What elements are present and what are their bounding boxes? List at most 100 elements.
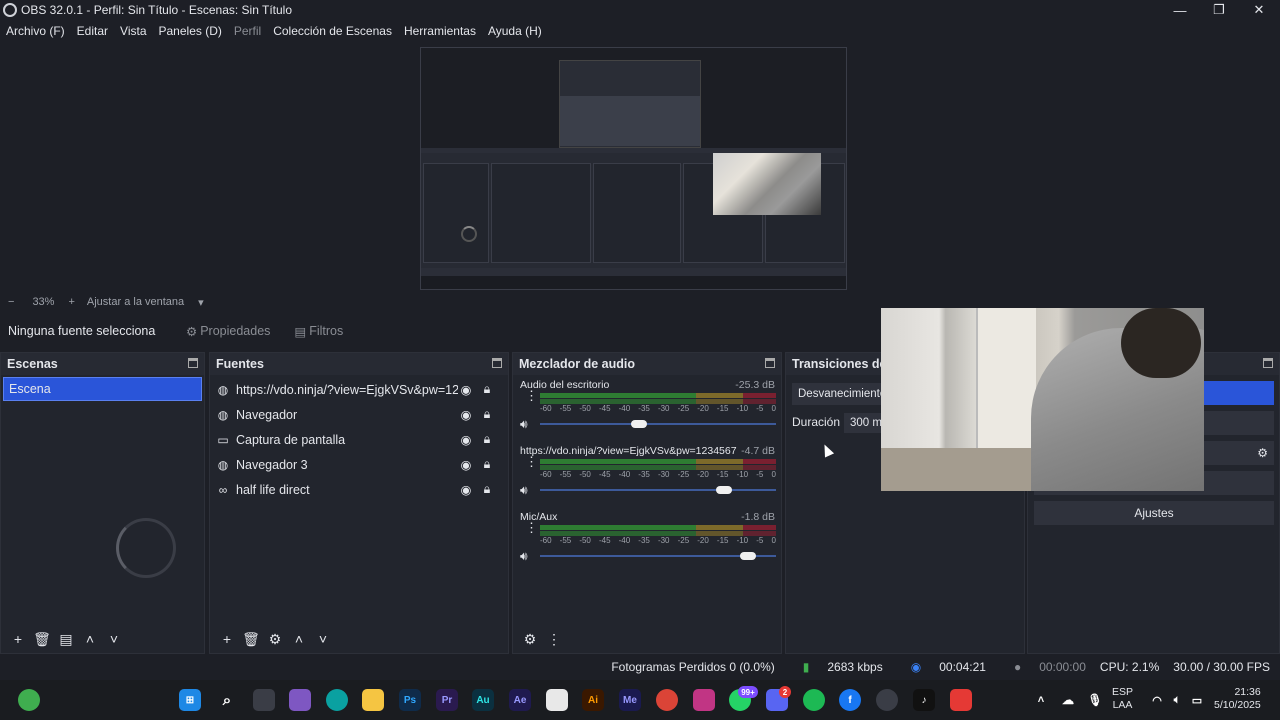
speaker-icon[interactable]: 🔊︎ — [520, 417, 528, 432]
source-properties-button[interactable]: ⚙ — [264, 628, 286, 650]
eye-icon[interactable]: ◉ — [459, 433, 473, 447]
source-item[interactable]: ▭ Captura de pantalla ◉ 🔒︎ — [210, 427, 508, 452]
speaker-icon[interactable]: 🔊︎ — [520, 549, 528, 564]
undock-icon[interactable] — [765, 358, 775, 368]
widgets-icon[interactable] — [18, 689, 40, 711]
task-view-icon[interactable] — [253, 689, 275, 711]
eye-icon[interactable]: ◉ — [459, 458, 473, 472]
instagram-icon[interactable] — [693, 689, 715, 711]
tiktok-icon[interactable]: ♪ — [913, 689, 935, 711]
menu-view[interactable]: Vista — [120, 24, 146, 38]
transition-select[interactable]: Desvanecimiento — [792, 383, 888, 405]
menu-tools[interactable]: Herramientas — [404, 24, 476, 38]
keyboard-layout: LAA — [1112, 699, 1133, 711]
photoshop-icon[interactable]: Ps — [399, 689, 421, 711]
undock-icon[interactable] — [492, 358, 502, 368]
eye-icon[interactable]: ◉ — [459, 483, 473, 497]
settings-button[interactable]: Ajustes — [1034, 501, 1274, 525]
chevron-down-icon[interactable]: ▾ — [198, 296, 204, 309]
volume-slider[interactable] — [540, 489, 776, 491]
microphone-icon[interactable]: 🎙︎ — [1084, 689, 1106, 711]
menu-profile[interactable]: Perfil — [234, 24, 261, 38]
add-source-button[interactable]: + — [216, 628, 238, 650]
chrome-icon[interactable] — [656, 689, 678, 711]
move-up-button[interactable]: ˄ — [288, 628, 310, 650]
premiere-icon[interactable]: Pr — [436, 689, 458, 711]
lock-icon[interactable]: 🔒︎ — [481, 382, 493, 397]
move-up-button[interactable]: ˄ — [79, 628, 101, 650]
speaker-icon[interactable]: 🔊︎ — [520, 483, 528, 498]
obs-icon[interactable] — [876, 689, 898, 711]
lock-icon[interactable]: 🔒︎ — [481, 457, 493, 472]
scene-item[interactable]: Escena — [3, 377, 202, 401]
source-item[interactable]: ◍ Navegador ◉ 🔒︎ — [210, 402, 508, 427]
menu-scene-collection[interactable]: Colección de Escenas — [273, 24, 392, 38]
scale-tick: -20 — [697, 536, 709, 545]
minimize-button[interactable]: — — [1160, 0, 1200, 20]
speaker-icon[interactable]: 🔈︎ — [1166, 689, 1188, 711]
battery-icon[interactable]: ▭ — [1186, 689, 1208, 711]
volume-slider[interactable] — [540, 423, 776, 425]
language-indicator[interactable]: ESP LAA — [1112, 686, 1133, 712]
cloud-icon[interactable]: ☁ — [1057, 689, 1079, 711]
illustrator-icon[interactable]: Ai — [582, 689, 604, 711]
copilot-icon[interactable] — [289, 689, 311, 711]
meter-scale: -60 -55 -50 -45 -40 -35 -30 -25 -20 -15 -10 -5 0 — [540, 470, 776, 479]
zoom-in-button[interactable]: + — [68, 296, 74, 308]
remove-source-button[interactable]: 🗑 — [240, 628, 262, 650]
after-effects-icon[interactable]: Ae — [509, 689, 531, 711]
maximize-button[interactable]: ❐ — [1199, 0, 1239, 20]
spotify-icon[interactable] — [803, 689, 825, 711]
channel-menu-icon[interactable]: ⋮ — [525, 455, 538, 468]
eye-icon[interactable]: ◉ — [459, 383, 473, 397]
volume-knob[interactable] — [739, 552, 756, 560]
preview-area[interactable] — [0, 42, 1280, 292]
lock-icon[interactable]: 🔒︎ — [481, 432, 493, 447]
file-explorer-icon[interactable] — [362, 689, 384, 711]
edge-icon[interactable] — [326, 689, 348, 711]
remove-scene-button[interactable]: 🗑 — [31, 628, 53, 650]
source-item[interactable]: ◍ https://vdo.ninja/?view=EjgkVSv&pw=123… — [210, 377, 508, 402]
bitrate: ▮ 2683 kbps — [789, 660, 883, 674]
scene-filters-button[interactable]: ▤ — [55, 628, 77, 650]
volume-knob[interactable] — [631, 420, 648, 428]
undock-icon[interactable] — [188, 358, 198, 368]
zoom-out-button[interactable]: − — [8, 296, 14, 308]
mixer-menu-button[interactable]: ⋮ — [543, 628, 565, 650]
menu-docks[interactable]: Paneles (D) — [159, 24, 222, 38]
zoom-fit-label[interactable]: Ajustar a la ventana — [87, 296, 184, 308]
close-button[interactable]: ✕ — [1239, 0, 1279, 20]
channel-menu-icon[interactable]: ⋮ — [525, 521, 538, 534]
chevron-up-icon[interactable]: ˄ — [1030, 689, 1052, 711]
wifi-icon[interactable]: ◠ — [1146, 689, 1168, 711]
store-icon[interactable] — [546, 689, 568, 711]
menu-edit[interactable]: Editar — [77, 24, 108, 38]
eye-icon[interactable]: ◉ — [459, 408, 473, 422]
add-scene-button[interactable]: + — [7, 628, 29, 650]
scale-tick: -35 — [638, 536, 650, 545]
move-down-button[interactable]: ˅ — [312, 628, 334, 650]
start-icon[interactable]: ⊞ — [179, 689, 201, 711]
sources-dock: Fuentes ◍ https://vdo.ninja/?view=EjgkVS… — [209, 352, 509, 654]
source-item[interactable]: ◍ Navegador 3 ◉ 🔒︎ — [210, 452, 508, 477]
lock-icon[interactable]: 🔒︎ — [481, 407, 493, 422]
gear-icon[interactable]: ⚙ — [1257, 446, 1268, 460]
search-icon[interactable]: ⌕ — [216, 689, 238, 711]
properties-button[interactable]: ⚙ Propiedades — [178, 319, 278, 343]
move-down-button[interactable]: ˅ — [103, 628, 125, 650]
filters-button[interactable]: ▤ Filtros — [286, 319, 351, 343]
source-item[interactable]: ∞ half life direct ◉ 🔒︎ — [210, 477, 508, 502]
clock[interactable]: 21:36 5/10/2025 — [1214, 686, 1261, 712]
channel-menu-icon[interactable]: ⋮ — [525, 389, 538, 402]
undock-icon[interactable] — [1263, 358, 1273, 368]
app-icon[interactable] — [950, 689, 972, 711]
menu-help[interactable]: Ayuda (H) — [488, 24, 542, 38]
audition-icon[interactable]: Au — [472, 689, 494, 711]
advanced-audio-button[interactable]: ⚙ — [519, 628, 541, 650]
lock-icon[interactable]: 🔒︎ — [481, 482, 493, 497]
facebook-icon[interactable]: f — [839, 689, 861, 711]
volume-knob[interactable] — [716, 486, 733, 494]
menu-file[interactable]: Archivo (F) — [6, 24, 65, 38]
media-encoder-icon[interactable]: Me — [619, 689, 641, 711]
duration-input[interactable]: 300 m — [844, 413, 884, 433]
